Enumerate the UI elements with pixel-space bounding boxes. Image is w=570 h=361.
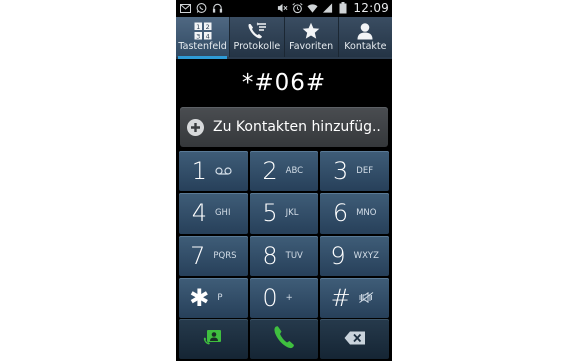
- key-4[interactable]: 4 GHI: [179, 193, 248, 234]
- add-to-contacts-label: Zu Kontakten hinzufüg..: [213, 119, 381, 135]
- key-digit: 8: [262, 241, 278, 270]
- tab-label: Favoriten: [289, 41, 334, 52]
- clock: 12:09: [353, 1, 389, 15]
- svg-text:4: 4: [205, 32, 209, 40]
- tab-label: Tastenfeld: [178, 41, 227, 52]
- backspace-button[interactable]: [320, 319, 389, 359]
- key-3[interactable]: 3 DEF: [320, 151, 389, 192]
- call-log-icon: [247, 21, 267, 40]
- mail-icon: [180, 2, 191, 14]
- call-icon: [273, 325, 295, 353]
- dial-actions: [176, 319, 392, 361]
- key-1[interactable]: 1: [179, 151, 248, 192]
- signal-icon: [322, 2, 333, 14]
- key-9[interactable]: 9 WXYZ: [320, 235, 389, 276]
- key-letters: +: [285, 292, 293, 303]
- headset-icon: [212, 2, 223, 14]
- tab-bar: 1 2 3 4 Tastenfeld Protokolle Favoriten …: [176, 17, 392, 59]
- contact-icon: [356, 21, 374, 40]
- contacts-action-icon: [203, 329, 223, 349]
- key-2[interactable]: 2 ABC: [249, 151, 319, 192]
- key-0[interactable]: 0 +: [249, 277, 319, 318]
- tab-label: Protokolle: [233, 41, 281, 52]
- key-digit: 2: [262, 157, 278, 186]
- voicemail-icon: [215, 167, 235, 175]
- contacts-action-button[interactable]: [179, 319, 248, 359]
- key-5[interactable]: 5 JKL: [249, 193, 319, 234]
- star-icon: [302, 21, 320, 40]
- tab-label: Kontakte: [344, 41, 387, 52]
- key-letters: GHI: [214, 208, 231, 219]
- key-digit: 1: [191, 157, 207, 186]
- key-letters: MNO: [356, 208, 377, 219]
- alarm-icon: [292, 2, 303, 14]
- backspace-icon: [344, 330, 366, 349]
- key-digit: ✱: [189, 283, 210, 312]
- key-digit: 3: [333, 157, 349, 186]
- key-digit: 5: [262, 199, 278, 228]
- dialed-number-display[interactable]: *#06#: [176, 59, 392, 106]
- key-6[interactable]: 6 MNO: [320, 193, 389, 234]
- key-7[interactable]: 7 PQRS: [179, 235, 248, 276]
- key-8[interactable]: 8 TUV: [249, 235, 319, 276]
- key-letters: WXYZ: [353, 250, 379, 261]
- whatsapp-icon: [196, 2, 207, 14]
- key-letters: DEF: [356, 166, 374, 177]
- svg-text:2: 2: [205, 22, 209, 30]
- svg-text:3: 3: [196, 32, 200, 40]
- phone-screen: 12:09 1 2 3 4 Tastenfeld Protokolle Favo…: [176, 0, 392, 361]
- key-digit: 9: [330, 241, 346, 270]
- tab-call-log[interactable]: Protokolle: [230, 17, 285, 57]
- key-digit: 7: [190, 241, 206, 270]
- key-digit: 4: [191, 199, 207, 228]
- keypad-icon: 1 2 3 4: [194, 21, 212, 40]
- dial-keypad: 1 2 ABC 3 DEF 4 GHI 5 JKL 6 MNO 7 PQRS 8…: [176, 149, 392, 318]
- key-digit: 0: [262, 283, 278, 312]
- status-bar: 12:09: [176, 0, 392, 17]
- plus-icon: [187, 118, 204, 136]
- key-digit: 6: [332, 199, 349, 228]
- tab-contacts[interactable]: Kontakte: [339, 17, 392, 57]
- key-digit: #: [330, 283, 351, 312]
- key-letters: ABC: [285, 166, 304, 177]
- key-letters: JKL: [285, 208, 299, 219]
- dialed-number: *#06#: [241, 69, 327, 96]
- key-letters: P: [217, 292, 223, 303]
- key-letters: PQRS: [213, 250, 237, 261]
- add-to-contacts-button[interactable]: Zu Kontakten hinzufüg..: [180, 107, 388, 147]
- tab-keypad[interactable]: 1 2 3 4 Tastenfeld: [176, 17, 231, 59]
- call-button[interactable]: [249, 319, 319, 359]
- key-star[interactable]: ✱ P: [179, 277, 248, 318]
- key-hash[interactable]: #: [320, 277, 389, 318]
- wifi-icon: [307, 2, 318, 14]
- tab-favorites[interactable]: Favoriten: [285, 17, 339, 57]
- vibrate-mute-icon: [358, 292, 379, 304]
- mute-icon: [277, 2, 288, 14]
- key-letters: TUV: [285, 250, 303, 261]
- svg-text:1: 1: [196, 22, 200, 30]
- battery-icon: [337, 2, 348, 14]
